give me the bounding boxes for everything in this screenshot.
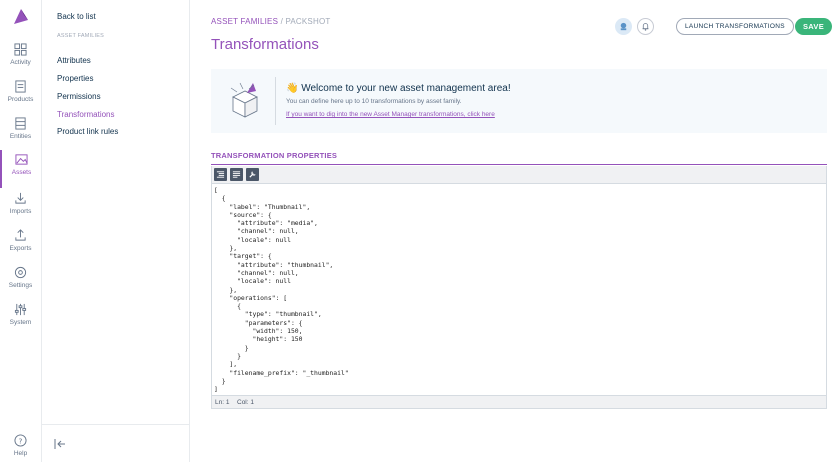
activity-icon — [14, 43, 27, 56]
repair-json-button[interactable] — [246, 168, 259, 181]
asset-box-illustration-icon — [230, 82, 258, 118]
nav-item-activity[interactable]: Activity — [0, 40, 41, 76]
breadcrumb-current: PACKSHOT — [285, 17, 331, 26]
nav-label-products: Products — [7, 96, 34, 103]
welcome-text: You can define here up to 10 transformat… — [286, 98, 462, 105]
section-title: TRANSFORMATION PROPERTIES — [211, 151, 338, 160]
main-navigation: Activity Products Entities Assets Import… — [0, 0, 42, 462]
subnav-link-properties[interactable]: Properties — [57, 74, 93, 83]
format-icon — [216, 171, 225, 178]
notifications-button[interactable] — [637, 18, 654, 35]
nav-label-system: System — [9, 319, 32, 326]
exports-icon — [15, 229, 26, 241]
launch-transformations-button[interactable]: LAUNCH TRANSFORMATIONS — [676, 18, 794, 35]
entities-icon — [15, 117, 26, 130]
sub-navigation: Back to list ASSET FAMILIES Attributes P… — [42, 0, 190, 462]
subnav-link-transformations[interactable]: Transformations — [57, 110, 115, 119]
welcome-banner: 👋 Welcome to your new asset management a… — [211, 69, 827, 133]
nav-item-settings[interactable]: Settings — [0, 263, 41, 299]
subnav-link-permissions[interactable]: Permissions — [57, 92, 101, 101]
editor-statusbar: Ln: 1 Col: 1 — [212, 395, 826, 408]
compact-json-button[interactable] — [230, 168, 243, 181]
back-to-list-link[interactable]: Back to list — [57, 12, 96, 21]
help-icon: ? — [14, 434, 27, 447]
nav-label-help: Help — [13, 450, 28, 457]
nav-item-help[interactable]: ? Help — [0, 431, 41, 462]
settings-icon — [14, 266, 27, 279]
json-code-area[interactable]: [ { "label": "Thumbnail", "source": { "a… — [214, 186, 824, 394]
section-divider — [211, 164, 827, 165]
assets-icon — [15, 154, 28, 165]
wrench-icon — [249, 171, 256, 178]
nav-label-activity: Activity — [10, 59, 31, 66]
nav-label-settings: Settings — [8, 282, 33, 289]
format-json-button[interactable] — [214, 168, 227, 181]
products-icon — [15, 80, 26, 93]
system-icon — [14, 303, 27, 316]
user-menu-button[interactable] — [615, 18, 632, 35]
subnav-section-title: ASSET FAMILIES — [57, 33, 105, 39]
json-editor[interactable]: [ { "label": "Thumbnail", "source": { "a… — [211, 166, 827, 409]
bell-icon — [642, 23, 649, 31]
save-button[interactable]: SAVE — [795, 18, 832, 35]
breadcrumb-asset-families[interactable]: ASSET FAMILIES — [211, 17, 278, 26]
subnav-footer — [42, 424, 189, 462]
akeneo-logo[interactable] — [11, 7, 31, 27]
page-title: Transformations — [211, 36, 319, 53]
editor-toolbar — [212, 166, 826, 184]
welcome-help-link[interactable]: If you want to dig into the new Asset Ma… — [286, 111, 495, 118]
nav-item-exports[interactable]: Exports — [0, 226, 41, 262]
welcome-divider — [275, 77, 276, 125]
nav-item-imports[interactable]: Imports — [0, 189, 41, 225]
nav-item-assets[interactable]: Assets — [0, 150, 41, 188]
nav-item-system[interactable]: System — [0, 300, 41, 336]
nav-label-imports: Imports — [9, 208, 32, 215]
main-content: ASSET FAMILIES / PACKSHOT Transformation… — [211, 0, 832, 462]
cursor-line: Ln: 1 — [215, 399, 230, 406]
nav-label-exports: Exports — [9, 245, 32, 252]
breadcrumb-separator: / — [280, 17, 283, 26]
subnav-link-product-link-rules[interactable]: Product link rules — [57, 127, 118, 136]
nav-item-products[interactable]: Products — [0, 77, 41, 113]
svg-text:?: ? — [19, 436, 23, 445]
subnav-link-attributes[interactable]: Attributes — [57, 56, 91, 65]
collapse-panel-icon[interactable] — [53, 437, 67, 451]
user-avatar-icon — [620, 22, 627, 31]
welcome-title: 👋 Welcome to your new asset management a… — [286, 83, 511, 94]
compact-icon — [232, 171, 241, 178]
nav-label-entities: Entities — [9, 133, 32, 140]
cursor-column: Col: 1 — [237, 399, 254, 406]
imports-icon — [15, 192, 26, 204]
nav-item-entities[interactable]: Entities — [0, 114, 41, 150]
breadcrumb: ASSET FAMILIES / PACKSHOT — [211, 17, 330, 26]
nav-label-assets: Assets — [11, 169, 32, 176]
